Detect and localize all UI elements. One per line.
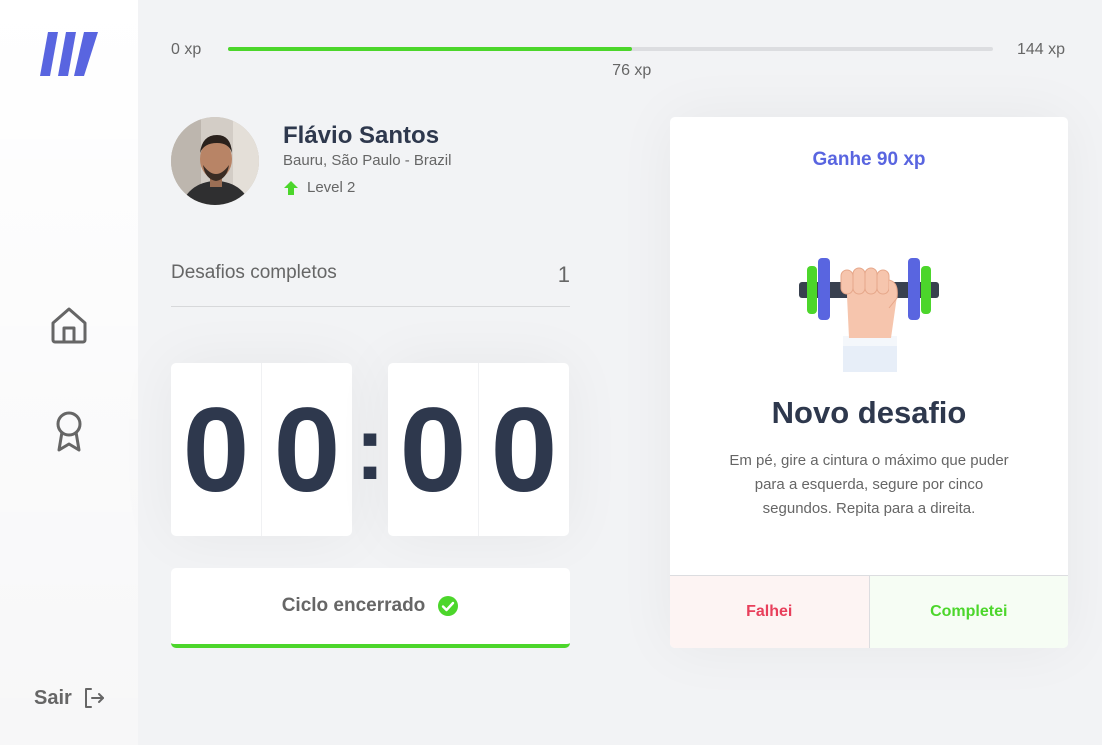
cycle-finished-button[interactable]: Ciclo encerrado: [171, 568, 570, 648]
completed-challenges-label: Desafios completos: [171, 262, 337, 283]
countdown-second-digit: 0: [399, 382, 467, 517]
profile-name: Flávio Santos: [283, 122, 440, 149]
logout-button[interactable]: Sair: [34, 686, 106, 710]
challenge-description: Em pé, gire a cintura o máximo que puder…: [729, 452, 1009, 517]
award-icon[interactable]: [48, 410, 90, 452]
challenge-completed-button[interactable]: Completei: [869, 576, 1068, 648]
logout-label: Sair: [34, 686, 72, 709]
challenge-actions: Falhei Completei: [670, 575, 1068, 648]
level-up-icon: [284, 180, 298, 195]
profile-level: Level 2: [283, 179, 355, 196]
challenge-failed-button[interactable]: Falhei: [670, 576, 870, 648]
dumbbell-icon: [799, 258, 939, 372]
countdown-seconds: 0 0: [388, 363, 569, 536]
xp-min-label: 0 xp: [171, 41, 202, 58]
completed-challenges-count: 1: [557, 262, 570, 287]
countdown-separator: :: [355, 399, 385, 499]
xp-current-label: 76 xp: [612, 62, 652, 79]
app-root: Sair 0 xp 76 xp 144 xp Flávio Santos Bau…: [0, 0, 1102, 745]
challenge-title: Novo desafio: [771, 395, 967, 430]
avatar-image: [171, 117, 259, 205]
home-icon[interactable]: [48, 304, 90, 346]
cycle-finished-label: Ciclo encerrado: [281, 595, 426, 616]
profile-level-label: Level 2: [307, 179, 356, 196]
check-circle-icon: [438, 596, 459, 616]
logout-icon: [84, 688, 104, 708]
completed-challenges: Desafios completos 1: [171, 262, 570, 307]
countdown-second-digit: 0: [478, 363, 569, 536]
countdown-minute-digit: 0: [182, 382, 250, 517]
challenge-reward: Ganhe 90 xp: [812, 149, 926, 170]
xp-max-label: 144 xp: [1017, 41, 1066, 58]
profile-location: Bauru, São Paulo - Brazil: [283, 152, 452, 169]
avatar: [171, 117, 259, 205]
challenge-card: Ganhe 90 xp Novo desafio Em pé, gire a c…: [670, 117, 1068, 648]
xp-progress-fill: [228, 47, 632, 51]
countdown-minute-digit: 0: [261, 363, 352, 536]
logo-icon: [40, 32, 98, 76]
countdown: 0 0 : 0 0: [171, 363, 570, 536]
sidebar: Sair: [0, 0, 138, 745]
xp-progress-bar: [228, 47, 993, 51]
countdown-minutes: 0 0: [171, 363, 352, 536]
